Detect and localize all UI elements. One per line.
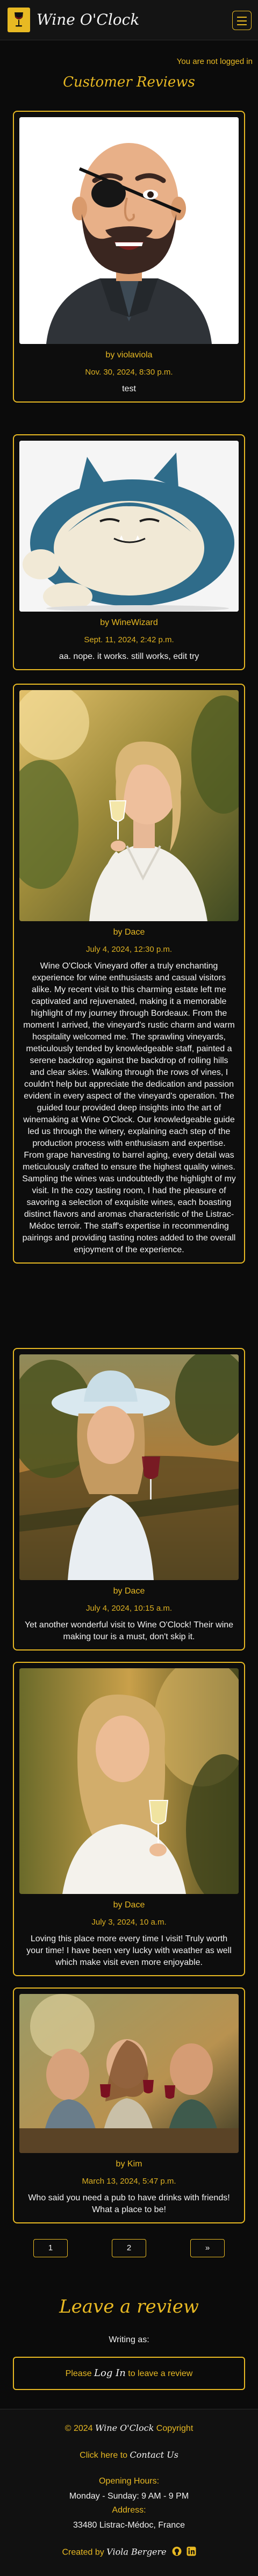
review-date: Nov. 30, 2024, 8:30 p.m. — [85, 368, 173, 377]
review-date: Sept. 11, 2024, 2:42 p.m. — [84, 635, 174, 644]
review-author: by WineWizard — [100, 618, 158, 627]
footer-copyright: © 2024 Wine O'Clock Copyright — [0, 2423, 258, 2434]
opening-hours-value: Monday - Sunday: 9 AM - 9 PM — [69, 2492, 189, 2501]
login-prompt-prefix: Please — [65, 2369, 92, 2378]
review-author: by Dace — [113, 1587, 145, 1596]
review-image — [19, 1994, 239, 2153]
review-text: Wine O'Clock Vineyard offer a truly ench… — [22, 961, 236, 1254]
writing-as-label: Writing as: — [109, 2335, 149, 2344]
review-card: by violaviola Nov. 30, 2024, 8:30 p.m. t… — [13, 111, 245, 403]
next-page-button[interactable]: » — [190, 2239, 225, 2257]
brand-name[interactable]: Wine O'Clock — [37, 11, 139, 28]
review-text: test — [122, 384, 136, 393]
address-value: 33480 Listrac-Médoc, France — [73, 2521, 185, 2530]
copyright-label: Copyright — [156, 2424, 194, 2433]
review-author: by Dace — [113, 928, 145, 937]
opening-hours-label: Opening Hours: — [98, 2477, 160, 2486]
linkedin-icon[interactable] — [187, 2546, 196, 2559]
footer-contact: Click here to Contact Us — [0, 2450, 258, 2460]
login-status-text: You are not logged in — [176, 57, 253, 66]
wine-glass-icon[interactable] — [8, 8, 30, 32]
review-date: March 13, 2024, 5:47 p.m. — [82, 2177, 176, 2186]
review-image — [19, 1354, 239, 1580]
review-image — [19, 690, 239, 921]
page-2-button[interactable]: 2 — [112, 2239, 146, 2257]
footer-credits: Created by Viola Bergere — [0, 2546, 258, 2559]
contact-us-link[interactable]: Contact Us — [130, 2450, 178, 2460]
review-date: July 4, 2024, 10:15 a.m. — [85, 1604, 173, 1613]
review-author: by Dace — [113, 1900, 145, 1910]
review-text: Loving this place more every time I visi… — [26, 1934, 232, 1967]
creator-name[interactable]: Viola Bergere — [106, 2547, 166, 2557]
review-author: by violaviola — [105, 350, 153, 360]
copyright-year: © 2024 — [64, 2424, 93, 2433]
page-title: Customer Reviews — [63, 74, 195, 90]
review-text: Who said you need a pub to have drinks w… — [28, 2193, 230, 2214]
login-link[interactable]: Log In — [94, 2367, 126, 2379]
copyright-brand: Wine O'Clock — [95, 2423, 154, 2433]
review-card: by Dace July 4, 2024, 12:30 p.m. Wine O'… — [13, 684, 245, 1264]
review-date: July 3, 2024, 10 a.m. — [91, 1918, 167, 1927]
hamburger-menu-icon[interactable] — [232, 11, 252, 30]
review-date: July 4, 2024, 12:30 p.m. — [85, 945, 173, 954]
created-by-label: Created by — [62, 2548, 104, 2557]
review-card: by WineWizard Sept. 11, 2024, 2:42 p.m. … — [13, 434, 245, 670]
review-image — [19, 1668, 239, 1894]
site-header: Wine O'Clock — [0, 0, 258, 40]
leave-review-title: Leave a review — [59, 2296, 199, 2317]
contact-prefix: Click here to — [80, 2451, 128, 2460]
address-label: Address: — [112, 2506, 146, 2515]
login-prompt-box: Please Log In to leave a review — [13, 2357, 245, 2390]
review-text: Yet another wonderful visit to Wine O'Cl… — [24, 1620, 234, 1641]
github-icon[interactable] — [172, 2546, 182, 2559]
review-card: by Dace July 4, 2024, 10:15 a.m. Yet ano… — [13, 1348, 245, 1651]
review-card: by Dace July 3, 2024, 10 a.m. Loving thi… — [13, 1662, 245, 1976]
page-1-button[interactable]: 1 — [33, 2239, 68, 2257]
login-prompt-suffix: to leave a review — [128, 2369, 193, 2378]
review-card: by Kim March 13, 2024, 5:47 p.m. Who sai… — [13, 1987, 245, 2223]
review-author: by Kim — [116, 2159, 142, 2169]
review-image — [19, 441, 239, 612]
review-text: aa. nope. it works. still works, edit tr… — [59, 652, 199, 661]
review-image — [19, 117, 239, 344]
